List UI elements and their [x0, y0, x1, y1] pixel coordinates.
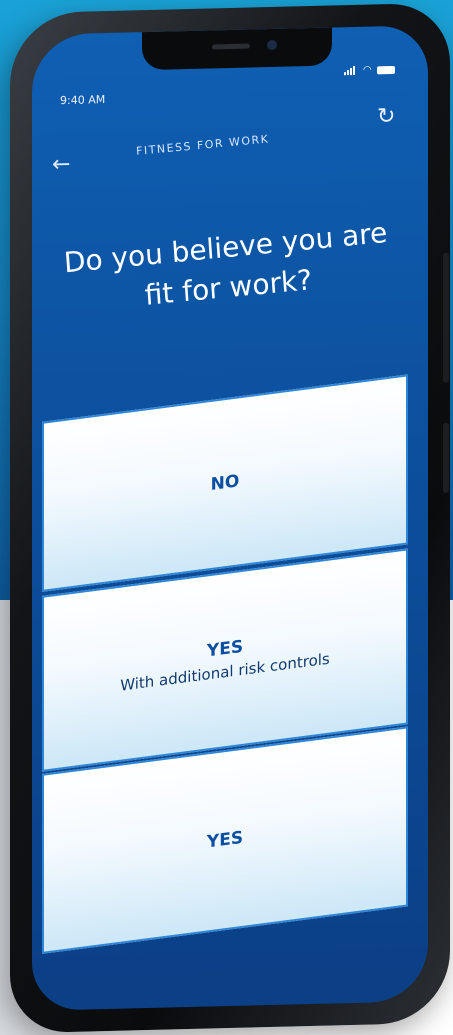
status-time: 9:40 AM [60, 93, 106, 108]
speaker [212, 43, 250, 50]
notch [142, 27, 332, 71]
battery-icon [376, 65, 395, 74]
status-icons: ◠ [344, 64, 395, 76]
camera [267, 39, 277, 51]
option-label: NO [210, 471, 240, 495]
signal-icon [344, 65, 358, 76]
refresh-icon[interactable]: ↻ [377, 104, 395, 129]
option-label: YES [206, 827, 244, 853]
screen-title: FITNESS FOR WORK [135, 132, 270, 158]
back-arrow-icon[interactable]: ← [52, 152, 70, 177]
power-button [443, 252, 449, 383]
question-text: Do you believe you are fit for work? [62, 215, 389, 312]
phone-frame: 9:40 AM ◠ ← ↻ FITNESS FOR WORK Do you be… [10, 2, 450, 1034]
side-button [443, 422, 449, 493]
phone-screen: 9:40 AM ◠ ← ↻ FITNESS FOR WORK Do you be… [32, 25, 428, 1011]
wifi-icon: ◠ [363, 64, 372, 76]
